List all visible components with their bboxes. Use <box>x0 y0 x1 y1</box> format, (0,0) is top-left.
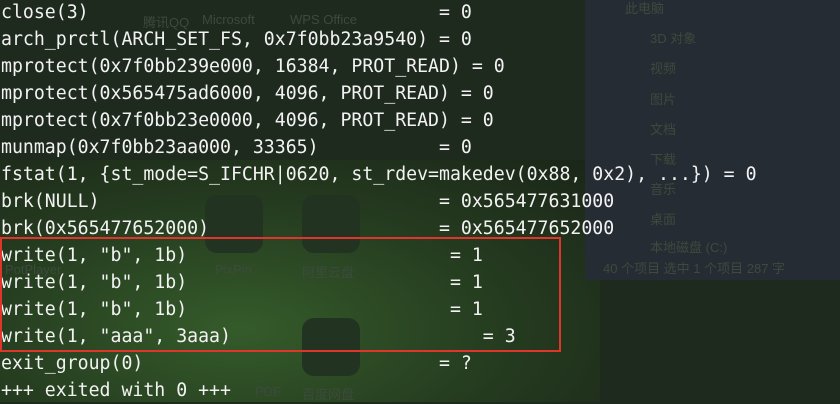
terminal-line: mprotect(0x7f0bb23e0000, 4096, PROT_READ… <box>1 110 494 131</box>
terminal-line: fstat(1, {st_mode=S_IFCHR|0620, st_rdev=… <box>1 164 757 185</box>
terminal-line: brk(NULL) = 0x565477631000 <box>1 191 615 212</box>
terminal-line: close(3) = 0 <box>1 2 472 23</box>
terminal-line: mprotect(0x565475ad6000, 4096, PROT_READ… <box>1 83 494 104</box>
terminal-line: exit_group(0) = ? <box>1 353 472 374</box>
terminal-line: mprotect(0x7f0bb239e000, 16384, PROT_REA… <box>1 56 505 77</box>
terminal-output: close(3) = 0 arch_prctl(ARCH_SET_FS, 0x7… <box>0 0 840 402</box>
terminal-line: +++ exited with 0 +++ <box>1 380 231 401</box>
terminal-line: arch_prctl(ARCH_SET_FS, 0x7f0bb23a9540) … <box>1 29 472 50</box>
highlight-box <box>0 237 561 352</box>
terminal-line: munmap(0x7f0bb23aa000, 33365) = 0 <box>1 137 472 158</box>
